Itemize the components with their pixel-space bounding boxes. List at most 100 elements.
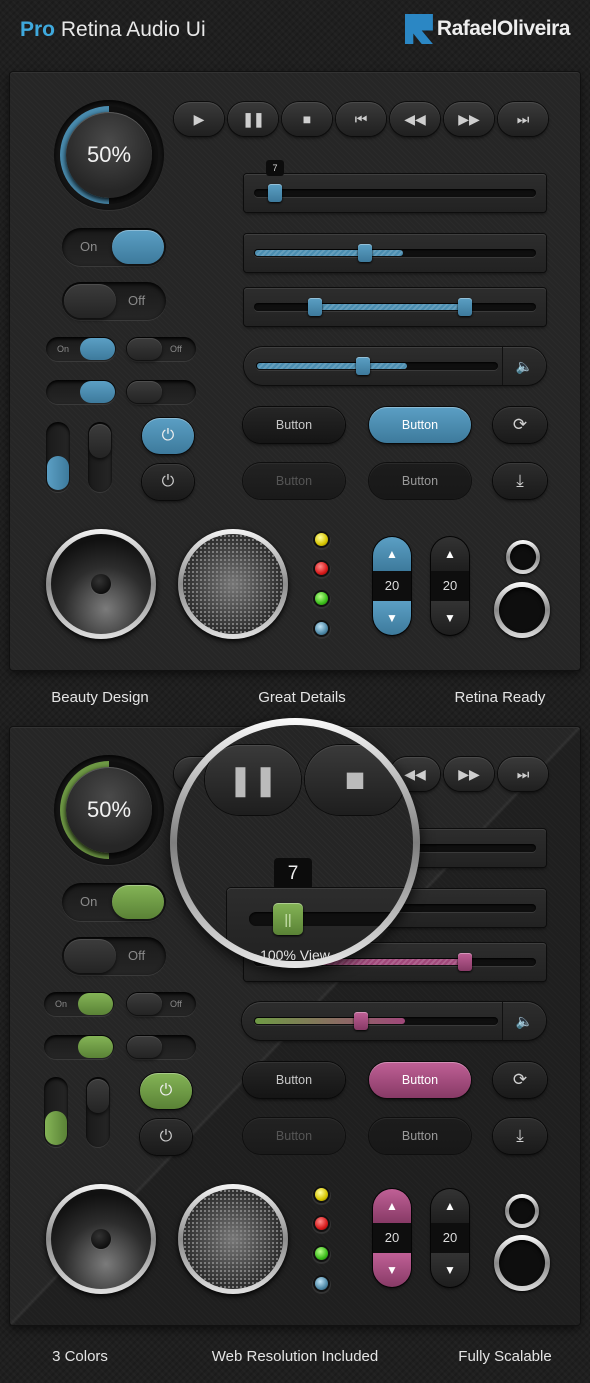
toggle-off-small[interactable]: Off <box>126 337 196 361</box>
slider-position[interactable] <box>244 174 546 212</box>
button-primary[interactable]: Button <box>369 1062 471 1098</box>
stepper-value[interactable]: 20 <box>373 1223 411 1253</box>
ring-hole <box>510 544 536 570</box>
toggle-on-small-nolabel[interactable] <box>46 380 116 404</box>
toggle-off-large[interactable]: Off <box>62 937 166 975</box>
toggle-knob <box>80 381 115 403</box>
stop-button-zoomed[interactable]: ■ <box>305 745 405 815</box>
slider-tooltip: 7 <box>266 160 284 176</box>
toggle-on-small[interactable]: On <box>44 992 114 1016</box>
stepper-up-button[interactable]: ▲ <box>431 1189 469 1223</box>
toggle-knob <box>87 1079 109 1113</box>
toggle-knob <box>112 885 164 919</box>
stepper-up-button[interactable]: ▲ <box>431 537 469 571</box>
magnifier-caption: 100% View <box>260 947 330 961</box>
toggle-knob <box>64 939 116 973</box>
slider-thumb[interactable] <box>356 357 370 375</box>
pause-button[interactable]: ❚❚ <box>228 102 278 136</box>
fast-forward-button[interactable]: ▶▶ <box>444 757 494 791</box>
toggle-off-label: Off <box>170 344 182 354</box>
skip-back-button[interactable]: ⏮ <box>336 102 386 136</box>
play-button[interactable]: ▶ <box>174 102 224 136</box>
skip-forward-button[interactable]: ⏭ <box>498 102 548 136</box>
slider-thumb-max[interactable] <box>458 298 472 316</box>
stepper-up-button[interactable]: ▲ <box>373 537 411 571</box>
stepper-value[interactable]: 20 <box>431 571 469 601</box>
toggle-knob <box>127 338 162 360</box>
volume-knob[interactable]: 50% <box>54 755 164 865</box>
slider-track <box>254 298 536 316</box>
power-button-active[interactable]: ⏻ <box>142 418 194 454</box>
skip-back-icon: ⏮ <box>354 110 368 127</box>
slider-range[interactable] <box>244 288 546 326</box>
slider-fill <box>255 250 403 256</box>
slider-thumb-min[interactable] <box>308 298 322 316</box>
power-button[interactable]: ⏻ <box>142 464 194 500</box>
speaker-icon[interactable]: 🔈 <box>502 1002 546 1040</box>
stepper-up-button[interactable]: ▲ <box>373 1189 411 1223</box>
slider-thumb[interactable] <box>354 1012 368 1030</box>
toggle-off-large[interactable]: Off <box>62 282 166 320</box>
toggle-off-small[interactable]: Off <box>126 992 196 1016</box>
number-stepper[interactable]: ▲ 20 ▼ <box>431 1189 469 1287</box>
toggle-off-small-nolabel[interactable] <box>126 1035 196 1059</box>
toggle-on-small[interactable]: On <box>46 337 116 361</box>
stepper-value[interactable]: 20 <box>373 571 411 601</box>
slider-progress[interactable] <box>244 234 546 272</box>
slider-thumb-max[interactable] <box>458 953 472 971</box>
refresh-button[interactable]: ⟳ <box>493 1062 547 1098</box>
power-button-active[interactable]: ⏻ <box>140 1073 192 1109</box>
download-button[interactable]: ⤓ <box>493 1118 547 1154</box>
panel-blue: 50% ▶ ❚❚ ■ ⏮ ◀◀ ▶▶ ⏭ On Off On Off ⏻ ⏻ 7… <box>10 72 580 670</box>
refresh-button[interactable]: ⟳ <box>493 407 547 443</box>
stepper-down-button[interactable]: ▼ <box>431 1253 469 1287</box>
volume-slider[interactable]: 🔈 <box>244 347 546 385</box>
caption-scalable: Fully Scalable <box>458 1348 552 1365</box>
vertical-toggle-on[interactable] <box>44 1077 68 1147</box>
fast-forward-button[interactable]: ▶▶ <box>444 102 494 136</box>
button-secondary[interactable]: Button <box>369 463 471 499</box>
power-button[interactable]: ⏻ <box>140 1119 192 1155</box>
stepper-value[interactable]: 20 <box>431 1223 469 1253</box>
toggle-knob <box>112 230 164 264</box>
magnifier-lens: ❚❚ ■ 7 || 100% View <box>170 718 420 968</box>
speaker-cone <box>51 1189 151 1289</box>
pause-icon: ❚❚ <box>227 763 279 797</box>
led-green <box>315 592 328 605</box>
toggle-off-small-nolabel[interactable] <box>126 380 196 404</box>
button-primary[interactable]: Button <box>369 407 471 443</box>
volume-knob[interactable]: 50% <box>54 100 164 210</box>
vertical-toggle-on[interactable] <box>46 422 70 492</box>
vertical-toggle-off[interactable] <box>88 422 112 492</box>
button-default[interactable]: Button <box>243 1062 345 1098</box>
number-stepper[interactable]: ▲ 20 ▼ <box>431 537 469 635</box>
slider-thumb[interactable] <box>358 244 372 262</box>
stepper-down-button[interactable]: ▼ <box>373 1253 411 1287</box>
header: Pro Retina Audio Ui RafaelOliveira <box>0 0 590 62</box>
slider-thumb[interactable]: || <box>273 903 303 935</box>
play-icon: ▶ <box>193 110 205 127</box>
title-text: Retina Audio Ui <box>60 18 206 41</box>
slider-thumb[interactable] <box>268 184 282 202</box>
stop-button[interactable]: ■ <box>282 102 332 136</box>
number-stepper-accent[interactable]: ▲ 20 ▼ <box>373 1189 411 1287</box>
skip-forward-button[interactable]: ⏭ <box>498 757 548 791</box>
brand-name: RafaelOliveira <box>436 17 571 40</box>
vertical-toggle-off[interactable] <box>86 1077 110 1147</box>
stepper-down-button[interactable]: ▼ <box>431 601 469 635</box>
ring-small <box>506 540 540 574</box>
pause-button-zoomed[interactable]: ❚❚ <box>205 745 301 815</box>
toggle-knob <box>78 1036 113 1058</box>
volume-slider[interactable]: 🔈 <box>242 1002 546 1040</box>
stepper-down-button[interactable]: ▼ <box>373 601 411 635</box>
download-button[interactable]: ⤓ <box>493 463 547 499</box>
toggle-on-small-nolabel[interactable] <box>44 1035 114 1059</box>
rewind-button[interactable]: ◀◀ <box>390 102 440 136</box>
button-secondary[interactable]: Button <box>369 1118 471 1154</box>
number-stepper-accent[interactable]: ▲ 20 ▼ <box>373 537 411 635</box>
speaker-icon[interactable]: 🔈 <box>502 347 546 385</box>
led-yellow <box>315 533 328 546</box>
button-default[interactable]: Button <box>243 407 345 443</box>
toggle-on-large[interactable]: On <box>62 883 166 921</box>
toggle-on-large[interactable]: On <box>62 228 166 266</box>
